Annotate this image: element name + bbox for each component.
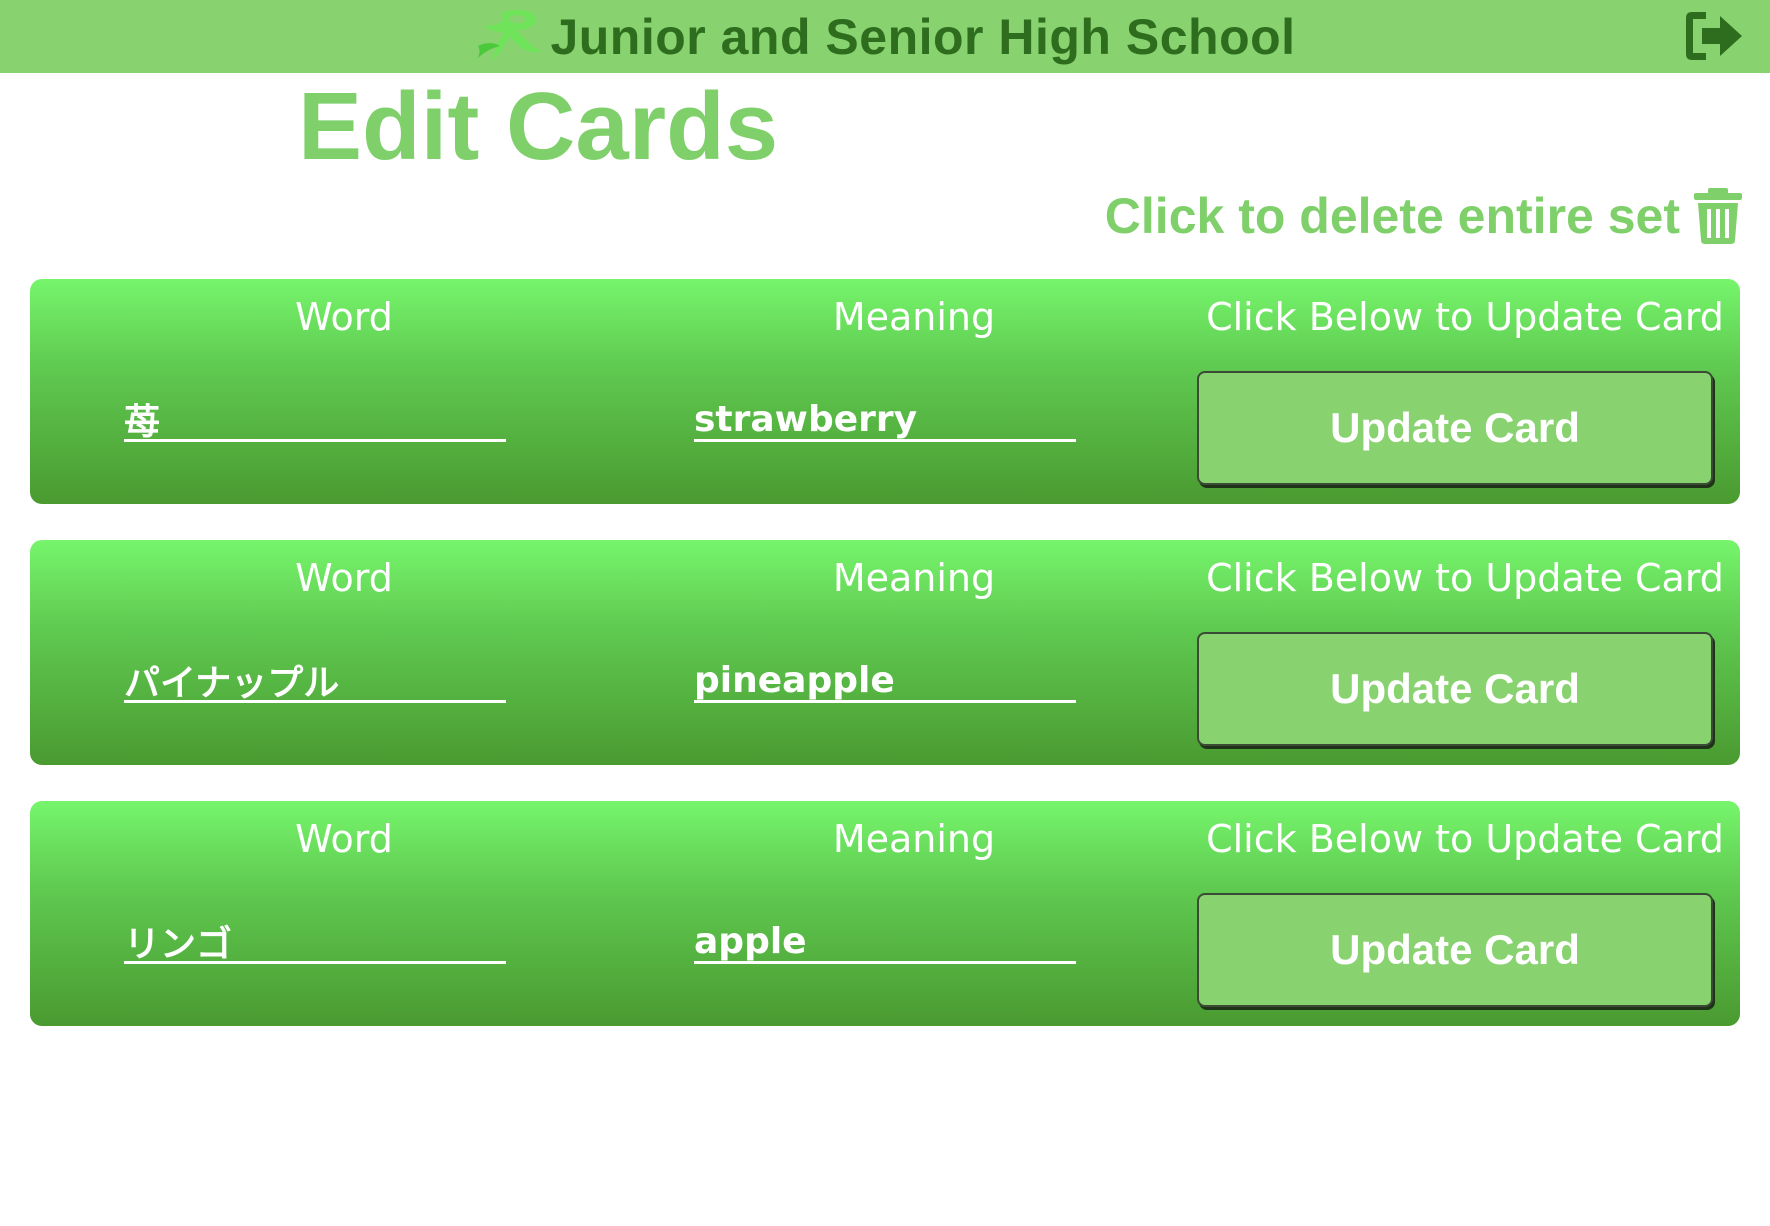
meaning-input[interactable] [694,660,1076,703]
brand[interactable]: Junior and Senior High School [474,0,1295,73]
sign-out-icon[interactable] [1682,8,1744,64]
word-column-label: Word [295,295,393,339]
school-name: Junior and Senior High School [550,8,1296,65]
update-card-button[interactable]: Update Card [1197,371,1713,485]
meaning-column-label: Meaning [832,817,996,861]
word-input[interactable] [124,921,506,964]
school-logo-icon [478,9,543,60]
meaning-column-label: Meaning [832,295,996,339]
trash-icon[interactable] [1694,188,1742,244]
update-column-label: Click Below to Update Card [1206,556,1724,600]
meaning-input[interactable] [694,921,1076,964]
meaning-column-label: Meaning [832,556,996,600]
card-row: Word Meaning Click Below to Update Card … [30,540,1740,765]
card-row: Word Meaning Click Below to Update Card … [30,279,1740,504]
update-column-label: Click Below to Update Card [1206,295,1724,339]
word-column-label: Word [295,817,393,861]
word-input[interactable] [124,399,506,442]
update-card-button[interactable]: Update Card [1197,632,1713,746]
delete-set-button[interactable]: Click to delete entire set [1105,183,1742,249]
card-list: Word Meaning Click Below to Update Card … [30,279,1740,1062]
update-card-button[interactable]: Update Card [1197,893,1713,1007]
top-bar: Junior and Senior High School [0,0,1770,73]
word-input[interactable] [124,660,506,703]
update-column-label: Click Below to Update Card [1206,817,1724,861]
card-row: Word Meaning Click Below to Update Card … [30,801,1740,1026]
word-column-label: Word [295,556,393,600]
page-title: Edit Cards [298,73,779,180]
delete-set-label: Click to delete entire set [1104,188,1680,244]
meaning-input[interactable] [694,399,1076,442]
